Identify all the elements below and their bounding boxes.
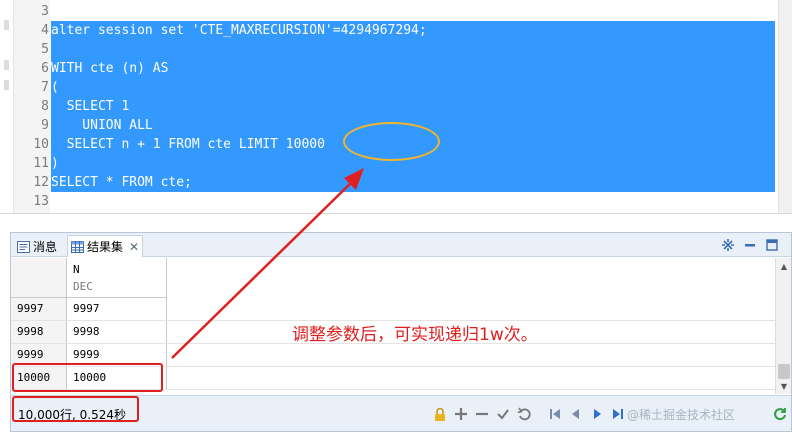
code-line[interactable]: 7( [0,78,792,97]
line-number: 9 [41,118,49,133]
tab-result-set-label: 结果集 [87,240,124,254]
line-number: 6 [41,61,49,76]
row-number[interactable]: 9997 [11,298,67,320]
delete-row-icon[interactable] [473,405,490,423]
line-number: 4 [41,23,49,38]
table-row[interactable]: 9997 9997 [11,298,775,321]
scrollbar-thumb[interactable] [778,364,790,379]
cell-value[interactable]: 9998 [67,321,167,343]
grid-corner[interactable] [11,258,67,298]
code-text[interactable]: alter session set 'CTE_MAXRECURSION'=429… [51,21,427,40]
code-text[interactable]: SELECT 1 [51,97,130,116]
line-number: 11 [33,156,49,171]
lock-icon[interactable] [431,405,448,423]
selection-highlight [51,97,775,116]
selection-highlight [51,40,775,59]
code-line[interactable]: 5 [0,40,792,59]
code-text[interactable]: ) [51,154,59,173]
code-text[interactable]: SELECT * FROM cte; [51,173,192,192]
code-line[interactable]: 12 SELECT * FROM cte; [0,173,792,192]
prev-page-icon[interactable] [567,405,584,423]
line-number: 8 [41,99,49,114]
code-text[interactable]: WITH cte (n) AS [51,59,168,78]
tab-result-set[interactable]: 结果集 ✕ [67,235,144,257]
scroll-down-arrow-icon[interactable]: ▼ [778,381,790,393]
next-page-icon[interactable] [588,405,605,423]
highlight-ellipse [343,122,440,161]
tab-messages[interactable]: 消息 [14,236,60,257]
sql-editor[interactable]: 3 4 alter session set 'CTE_MAXRECURSION'=4… [0,0,792,222]
code-line[interactable]: 8 SELECT 1 [0,97,792,116]
result-tabbar: 消息 结果集 ✕ [11,233,791,257]
code-line[interactable]: 4 alter session set 'CTE_MAXRECURSION'=42… [0,21,792,40]
first-page-icon[interactable] [546,405,563,423]
highlight-box-status [12,396,139,422]
editor-vertical-scrollbar[interactable] [778,0,792,222]
line-number: 12 [33,175,49,190]
minimize-icon[interactable] [743,238,757,252]
watermark: @稀土掘金技术社区 [627,408,736,422]
line-number: 13 [33,194,49,209]
code-line[interactable]: 13 [0,192,792,211]
apply-icon[interactable] [494,405,511,423]
maximize-icon[interactable] [765,238,779,252]
grid-vertical-scrollbar[interactable]: ▲ ▼ [775,258,791,394]
last-page-icon[interactable] [609,405,626,423]
column-type: DEC [73,280,93,293]
code-text[interactable]: ( [51,78,59,97]
message-icon [17,240,30,253]
code-text[interactable]: SELECT n + 1 FROM cte LIMIT 10000 [51,135,325,154]
selection-highlight [51,78,775,97]
scroll-up-arrow-icon[interactable]: ▲ [778,261,790,273]
annotation-text: 调整参数后，可实现递归1w次。 [292,325,538,345]
pin-icon[interactable] [721,238,735,252]
editor-horizontal-scrollbar[interactable] [0,213,792,222]
refresh-icon[interactable] [771,405,788,423]
column-header-n[interactable]: N DEC [67,258,167,298]
code-line[interactable]: 3 [0,2,792,21]
code-line[interactable]: 6 WITH cte (n) AS [0,59,792,78]
tab-messages-label: 消息 [33,240,58,254]
grid-header: N DEC [11,258,167,298]
line-number: 10 [33,137,49,152]
revert-icon[interactable] [515,405,532,423]
result-toolbar [431,404,626,424]
cell-value[interactable]: 9997 [67,298,167,320]
close-icon[interactable]: ✕ [129,240,139,254]
row-number[interactable]: 9998 [11,321,67,343]
line-number: 3 [41,4,49,19]
line-number: 7 [41,80,49,95]
code-text[interactable]: UNION ALL [51,116,152,135]
add-row-icon[interactable] [452,405,469,423]
column-name: N [73,263,80,276]
table-grid-icon [71,240,84,253]
line-number: 5 [41,42,49,57]
highlight-box-last-row [12,363,163,392]
